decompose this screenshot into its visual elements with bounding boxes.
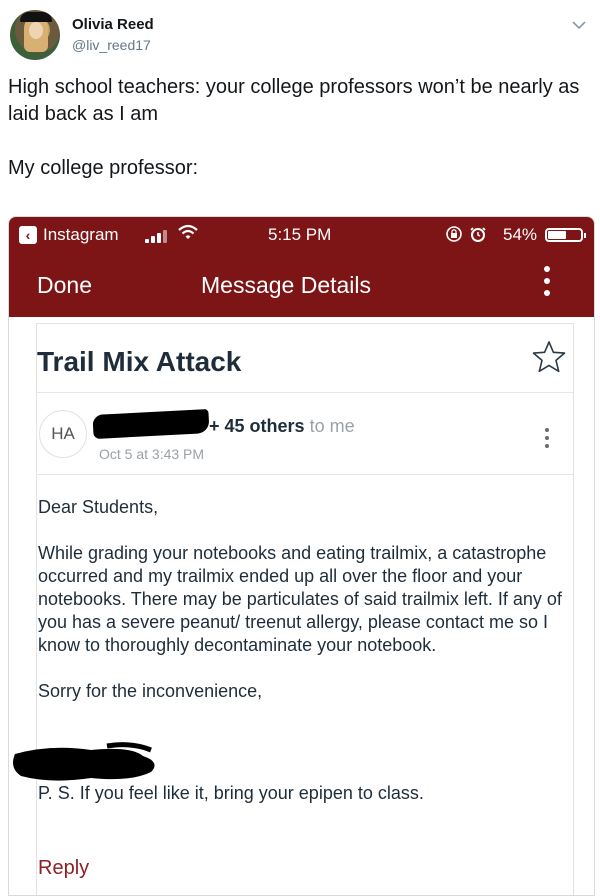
message-navbar: Done Message Details [9, 253, 594, 317]
attached-screenshot[interactable]: ‹ Instagram 5:15 PM 54% Done Message Det… [8, 216, 595, 896]
recipients-line[interactable]: + 45 others to me [209, 416, 355, 437]
chevron-down-icon[interactable] [568, 14, 590, 36]
author-handle[interactable]: @liv_reed17 [72, 37, 151, 53]
author-name[interactable]: Olivia Reed [72, 16, 154, 33]
tweet-header: Olivia Reed @liv_reed17 [8, 8, 592, 64]
battery-icon [545, 228, 586, 242]
email-card: Trail Mix Attack HA + 45 others to me Oc… [13, 323, 574, 895]
more-vertical-icon[interactable] [544, 428, 550, 452]
navbar-title: Message Details [201, 272, 372, 298]
tweet-text: High school teachers: your college profe… [8, 74, 588, 182]
divider [37, 474, 573, 475]
done-button[interactable]: Done [37, 272, 92, 299]
more-options-icon[interactable] [542, 266, 552, 306]
status-time: 5:15 PM [268, 225, 332, 244]
recipients-others: + 45 others [209, 416, 305, 436]
email-date: Oct 5 at 3:43 PM [99, 446, 205, 462]
signature-redaction-scribble [11, 742, 165, 788]
lock-rotation-alarm-icon [446, 225, 490, 247]
divider [37, 392, 573, 393]
email-signoff: Sorry for the inconvenience, [38, 681, 263, 701]
phone-status-bar: ‹ Instagram 5:15 PM 54% [9, 217, 594, 253]
email-greeting: Dear Students, [38, 497, 159, 517]
email-subject: Trail Mix Attack [37, 346, 242, 377]
star-icon[interactable] [532, 340, 566, 374]
tweet-text-line: High school teachers: your college profe… [8, 76, 580, 125]
wifi-icon [177, 223, 199, 246]
sender-avatar[interactable]: HA [39, 410, 87, 458]
battery-percent: 54% [503, 225, 538, 244]
back-app-label[interactable]: Instagram [43, 225, 119, 245]
reply-button[interactable]: Reply [38, 857, 89, 880]
email-paragraph: While grading your notebooks and eating … [38, 543, 562, 655]
signal-icon [145, 229, 175, 243]
back-arrow-icon[interactable]: ‹ [19, 226, 37, 244]
tweet-text-line: My college professor: [8, 157, 199, 179]
author-avatar[interactable] [10, 10, 60, 60]
to-me-label: to me [309, 416, 355, 436]
redaction-scribble [92, 408, 210, 440]
